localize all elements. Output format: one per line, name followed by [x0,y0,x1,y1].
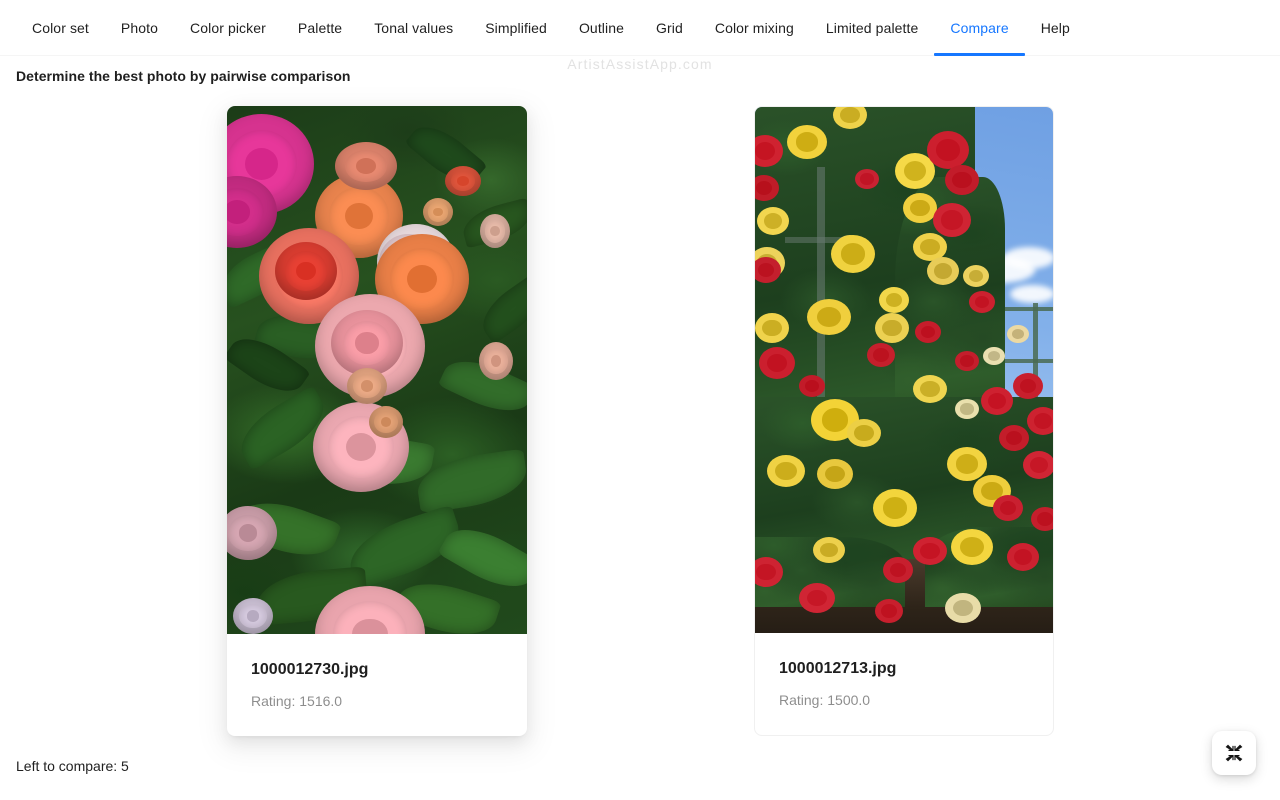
nav-tab-tonal-values[interactable]: Tonal values [358,0,469,56]
nav-tab-color-mixing[interactable]: Color mixing [699,0,810,56]
nav-tab-compare[interactable]: Compare [934,0,1025,56]
nav-tab-help[interactable]: Help [1025,0,1086,56]
comparison-cards: 1000012730.jpg Rating: 1516.0 1000012713… [0,106,1280,740]
exit-fullscreen-button[interactable] [1212,731,1256,775]
nav-tab-label: Limited palette [825,19,919,36]
nav-tab-label: Palette [297,19,343,36]
photo-card-left-body: 1000012730.jpg Rating: 1516.0 [227,634,527,736]
nav-tab-label: Color picker [190,19,266,36]
nav-tab-label: Simplified [485,19,547,36]
nav-tab-color-picker[interactable]: Color picker [174,0,282,56]
left-to-compare-status: Left to compare: 5 [16,758,129,774]
nav-tab-label: Help [1040,19,1070,36]
nav-tab-color-set[interactable]: Color set [16,0,105,56]
nav-tab-limited-palette[interactable]: Limited palette [810,0,935,56]
photo-card-right-rating: Rating: 1500.0 [779,692,871,708]
photo-left[interactable] [227,106,527,634]
nav-tab-outline[interactable]: Outline [563,0,640,56]
nav-tab-label: Color set [32,19,89,36]
photo-right[interactable] [755,107,1053,633]
nav-tab-palette[interactable]: Palette [282,0,358,56]
nav-tab-label: Outline [578,19,624,36]
nav-tab-label: Color mixing [714,19,794,36]
photo-card-right[interactable]: 1000012713.jpg Rating: 1500.0 [754,106,1054,736]
photo-card-left-title: 1000012730.jpg [251,661,369,678]
compress-arrows-icon [1224,743,1244,763]
photo-card-left[interactable]: 1000012730.jpg Rating: 1516.0 [227,106,527,736]
nav-tab-label: Photo [120,19,159,36]
photo-card-right-body: 1000012713.jpg Rating: 1500.0 [755,633,1053,735]
photo-card-right-title: 1000012713.jpg [779,660,897,677]
page-subtitle: Determine the best photo by pairwise com… [16,68,351,84]
nav-tab-simplified[interactable]: Simplified [469,0,563,56]
photo-card-left-rating: Rating: 1516.0 [251,693,343,709]
nav-tab-label: Compare [950,19,1009,36]
main-navigation: Color set Photo Color picker Palette Ton… [0,0,1280,56]
nav-tab-photo[interactable]: Photo [105,0,174,56]
nav-tab-label: Tonal values [374,19,454,36]
nav-tab-label: Grid [656,19,683,36]
nav-tab-grid[interactable]: Grid [640,0,699,56]
